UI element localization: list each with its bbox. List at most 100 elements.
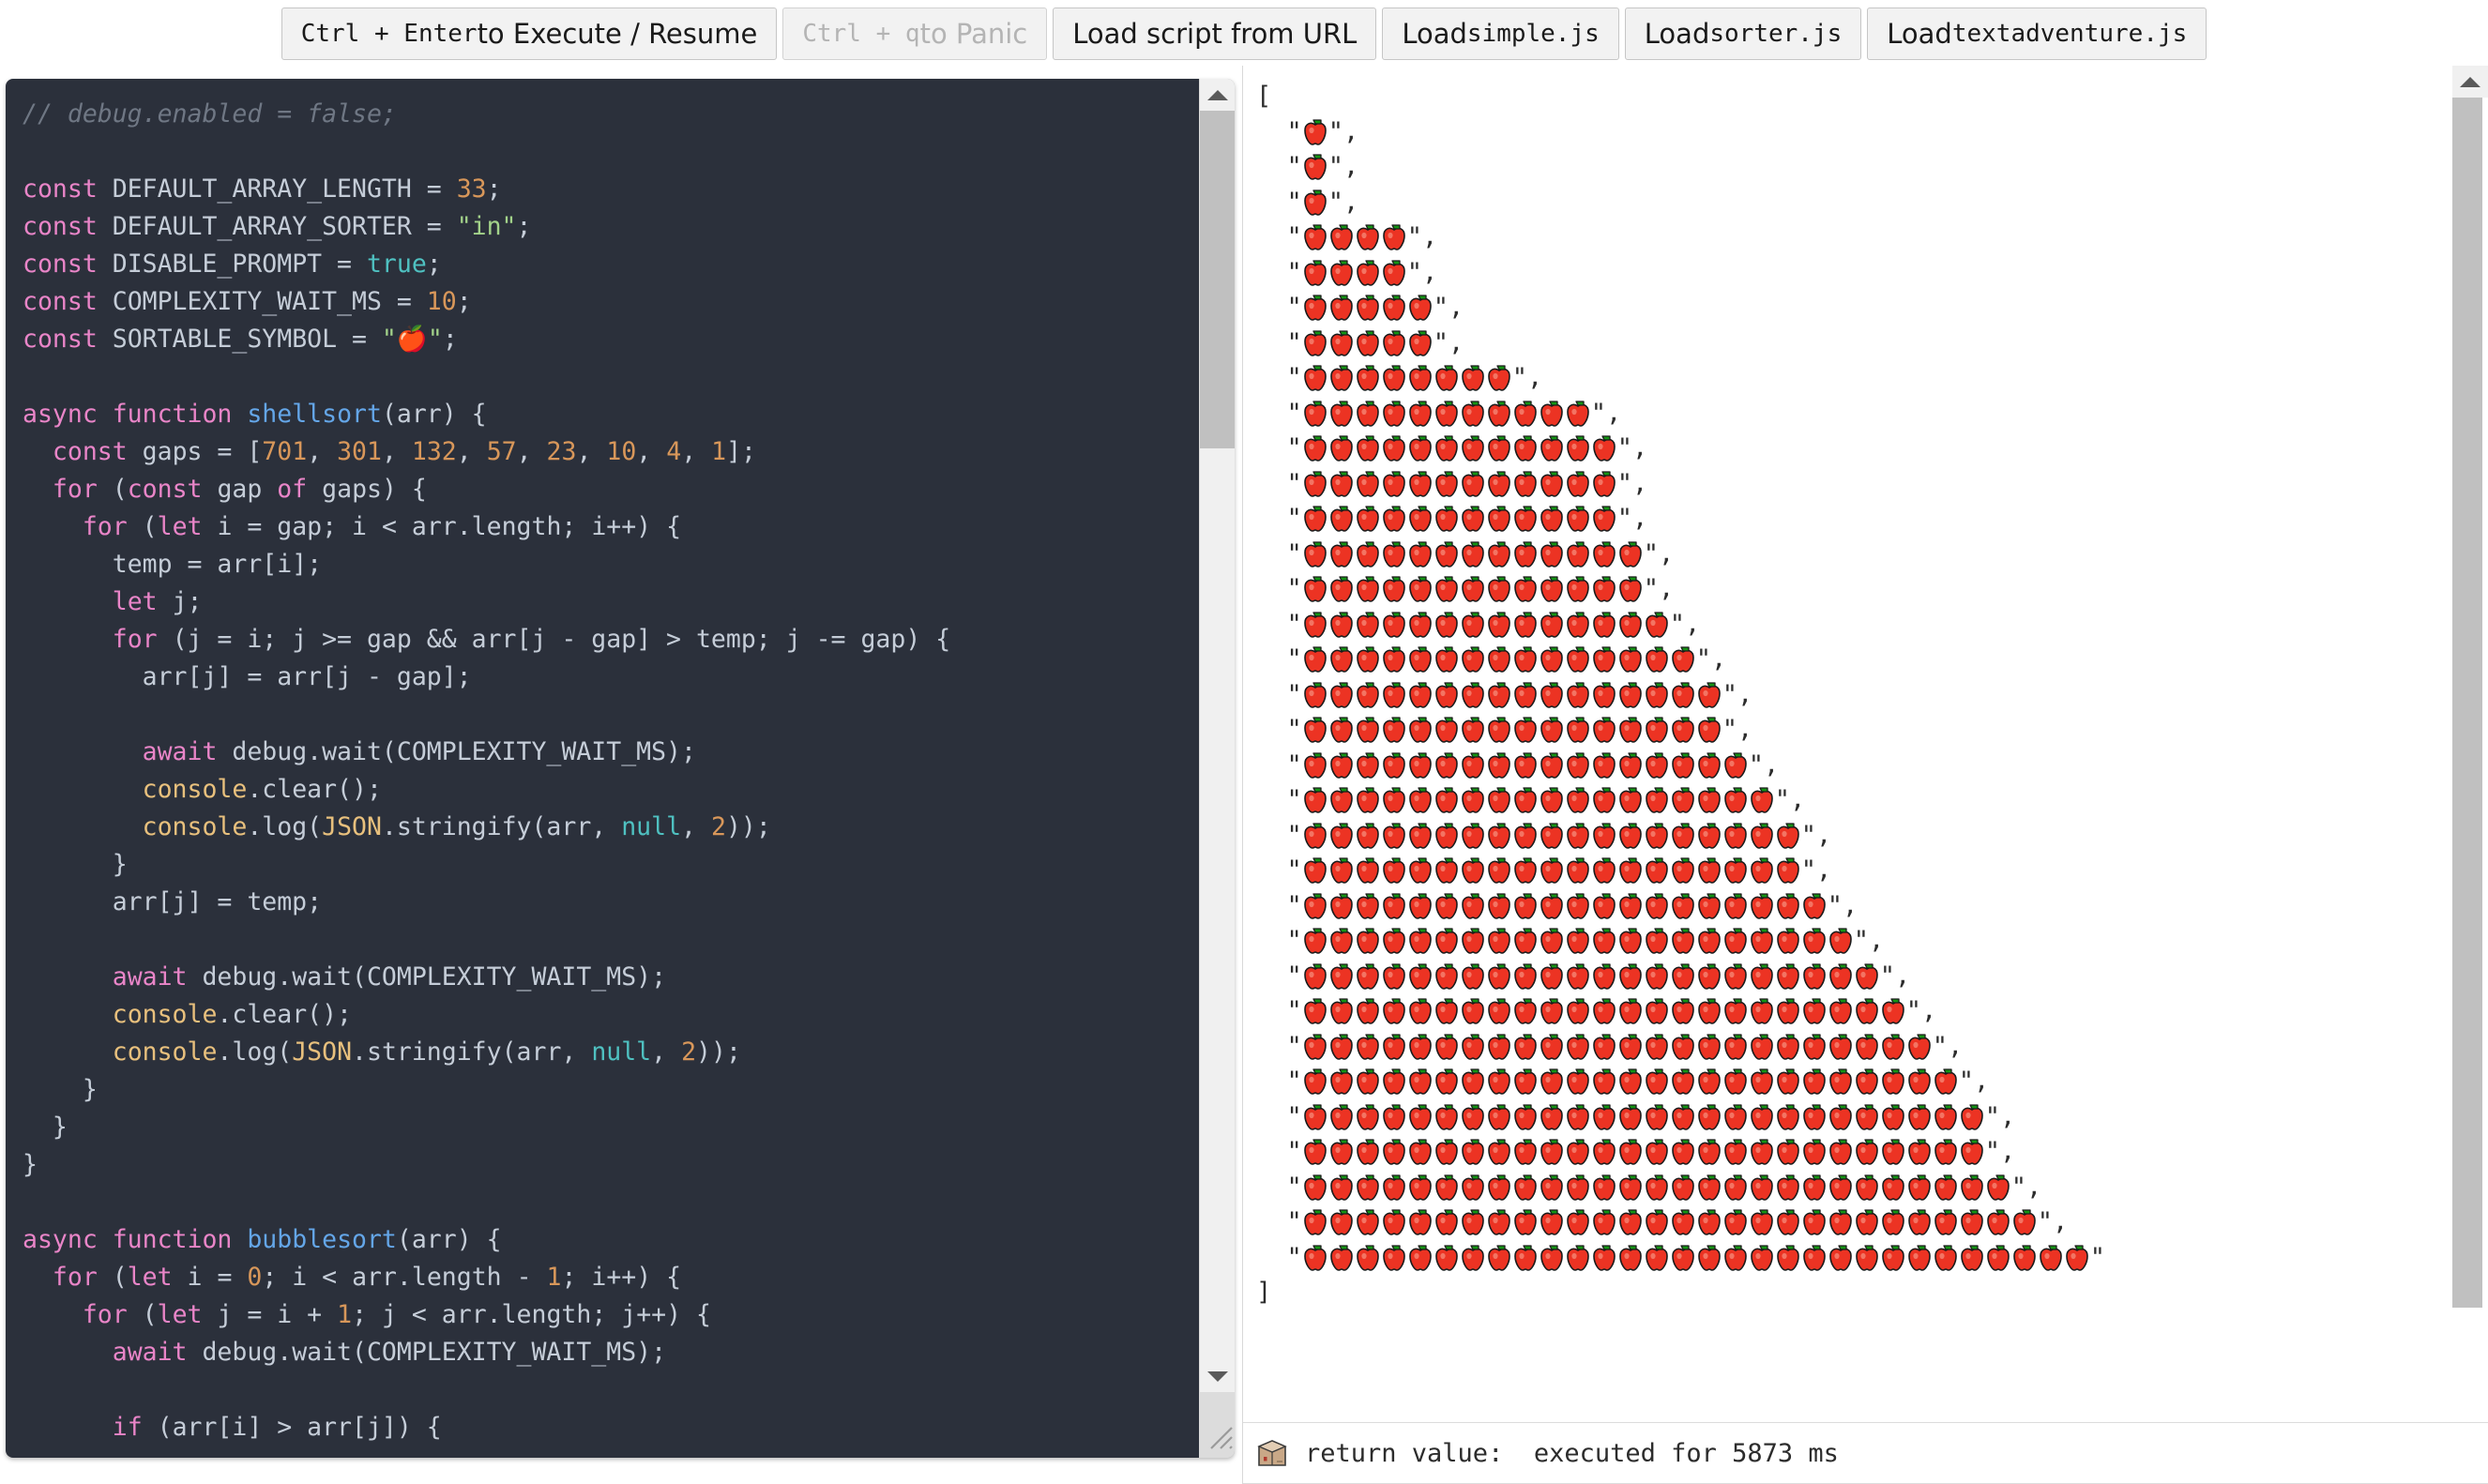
editor-scrollbar-thumb[interactable] (1200, 111, 1235, 448)
apple-icon (1776, 1068, 1799, 1095)
quote-open: " (1256, 574, 1302, 603)
console-array-item: " ", (1256, 607, 2452, 643)
apple-icon (1434, 1139, 1458, 1165)
apple-icon (1513, 717, 1537, 743)
toolbar: Ctrl + Enter to Execute / Resume Ctrl + q… (0, 0, 2488, 66)
code-token-pln: debug.wait(COMPLEXITY_WAIT_MS); (187, 1338, 667, 1367)
console-array-item: " ", (1256, 1204, 2452, 1240)
apple-icon (1645, 928, 1668, 954)
apple-icon (1487, 962, 1510, 990)
apple-icon (1671, 1033, 1694, 1060)
apple-icon (1828, 1139, 1852, 1165)
apple-icon (1750, 1209, 1773, 1235)
apple-icon (1618, 1174, 1642, 1201)
apple-icon (1566, 928, 1589, 954)
apple-icon (1408, 1068, 1432, 1095)
console-array-item: " ", (1256, 748, 2452, 783)
apple-icon (1434, 470, 1458, 497)
editor-scroll-down-icon[interactable] (1200, 1360, 1235, 1392)
apple-icon (1329, 998, 1353, 1024)
quote-close: " (1511, 363, 1528, 392)
code-token-pln: ( (127, 1300, 158, 1329)
apple-icon (1382, 470, 1405, 497)
apple-icon (1671, 928, 1694, 954)
apple-icon (1434, 506, 1458, 532)
apple-icon (1776, 1139, 1799, 1165)
apple-icon (1566, 998, 1589, 1024)
editor-scroll-up-icon[interactable] (1200, 79, 1235, 111)
code-editor-text[interactable]: // debug.enabled = false; const DEFAULT_… (6, 79, 1199, 1458)
apple-icon (1618, 611, 1642, 638)
apple-icon (1592, 928, 1616, 954)
code-token-cmt: // debug.enabled = false; (23, 99, 397, 129)
apple-icon (1434, 576, 1458, 602)
apple-icon (1540, 435, 1563, 462)
quote-open: " (1256, 820, 1302, 850)
apple-icon (1329, 1139, 1353, 1165)
toolbar-button-load-from-url[interactable]: Load script from URL (1053, 8, 1377, 60)
apple-icon (1434, 751, 1458, 779)
output-scroll-up-icon[interactable] (2452, 66, 2488, 98)
apple-icon (1487, 717, 1510, 743)
apple-icon (1487, 611, 1510, 638)
apple-icon (1487, 1068, 1510, 1095)
code-token-pln (23, 512, 83, 541)
code-token-num: 33 (456, 174, 487, 204)
apple-icon (1382, 1139, 1405, 1165)
apple-icon (1329, 962, 1353, 990)
code-token-k: const (23, 212, 98, 241)
comma: , (1632, 468, 1648, 498)
toolbar-button-load-textadventure-js[interactable]: Load textadventure.js (1867, 8, 2207, 60)
comma: , (1790, 785, 1806, 814)
code-token-pln: DEFAULT_ARRAY_SORTER = (97, 212, 457, 241)
apple-icon (1382, 506, 1405, 532)
apple-icon (1487, 892, 1510, 919)
code-token-pln: arr[j] = temp; (23, 887, 323, 916)
apple-icon (1382, 1033, 1405, 1060)
comma: , (2053, 1207, 2069, 1236)
code-editor[interactable]: // debug.enabled = false; const DEFAULT_… (6, 79, 1235, 1458)
code-token-pln: (arr) { (396, 1225, 502, 1254)
quote-close: " (1984, 1101, 2001, 1131)
apple-icon (1566, 540, 1589, 568)
apple-icon (1303, 717, 1327, 743)
output-vertical-scrollbar[interactable] (2452, 66, 2488, 1422)
code-token-num: 57 (486, 437, 517, 466)
quote-open: " (1256, 433, 1302, 462)
apple-icon (1566, 1174, 1589, 1201)
apple-icon (1329, 576, 1353, 602)
code-line: for (const gap of gaps) { (23, 471, 1199, 508)
apple-icon (1356, 717, 1379, 743)
editor-vertical-scrollbar[interactable] (1199, 79, 1235, 1458)
apple-icon (1828, 1174, 1852, 1201)
apple-icon (1382, 365, 1405, 391)
apple-icon (1645, 1103, 1668, 1130)
comma: , (1632, 504, 1648, 533)
status-bar: return value: executed for 5873 ms (1243, 1422, 2488, 1484)
apple-icon (1750, 892, 1773, 919)
apple-icon (1645, 1209, 1668, 1235)
apple-icon (1671, 681, 1694, 708)
apple-icon (1540, 646, 1563, 673)
toolbar-button-load-sorter-js[interactable]: Load sorter.js (1624, 8, 1862, 60)
apple-icon (1618, 717, 1642, 743)
apple-icon (1513, 1209, 1537, 1235)
editor-resize-handle[interactable] (1200, 1392, 1235, 1458)
toolbar-button-load-simple-js[interactable]: Load simple.js (1382, 8, 1619, 60)
comma: , (1527, 363, 1543, 392)
comma: , (1843, 890, 1858, 920)
apple-icon (1461, 787, 1484, 813)
console-array-item: " ", (1256, 185, 2452, 220)
apple-icon (1566, 611, 1589, 638)
toolbar-button-execute-resume[interactable]: Ctrl + Enter to Execute / Resume (281, 8, 778, 60)
code-token-pln: ( (97, 475, 128, 504)
apple-icon (1934, 1139, 1957, 1165)
apple-icon (1461, 751, 1484, 779)
apple-icon (1408, 470, 1432, 497)
output-scrollbar-thumb[interactable] (2452, 98, 2482, 1308)
quote-open: " (1256, 1031, 1302, 1061)
code-token-pln: , (456, 437, 487, 466)
apple-icon (1329, 259, 1353, 286)
code-line: arr[j] = temp; (23, 884, 1199, 921)
